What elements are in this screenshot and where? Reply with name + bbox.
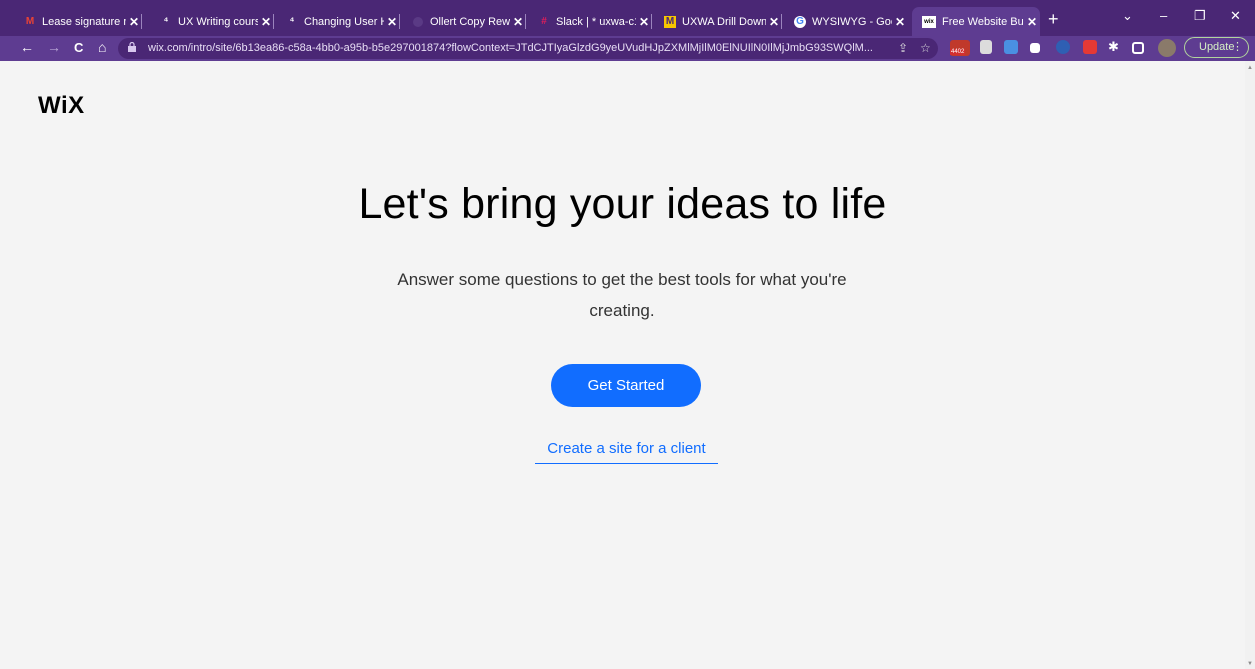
update-label: Update [1199, 41, 1235, 53]
tab-title: Slack | * uxwa-c1 [556, 15, 636, 28]
side-panel-icon[interactable] [1132, 42, 1144, 54]
extension-icon[interactable] [1004, 40, 1018, 54]
update-button[interactable]: Update ⋮ [1184, 37, 1249, 58]
bookmark-star-icon[interactable]: ☆ [920, 41, 931, 55]
get-started-button[interactable]: Get Started [551, 364, 701, 407]
share-icon[interactable]: ⇪ [898, 41, 908, 55]
close-tab-icon[interactable]: ✕ [636, 15, 652, 29]
close-window-button[interactable]: ✕ [1230, 8, 1241, 24]
profile-avatar[interactable] [1158, 39, 1176, 57]
extension-icon[interactable] [1056, 40, 1070, 54]
tab-title: UXWA Drill Down [682, 15, 766, 28]
tab-title: Lease signature n [42, 15, 126, 28]
acrobat-icon[interactable] [1083, 40, 1097, 54]
page-icon [412, 16, 424, 28]
browser-tab-2[interactable]: ⁴ UX Writing course ✕ [150, 7, 274, 36]
gmail-icon: M [25, 16, 35, 27]
page-subtitle: Answer some questions to get the best to… [397, 270, 847, 320]
back-button[interactable]: ← [20, 39, 34, 55]
tab-title: Changing User H [304, 15, 384, 28]
browser-tab-4[interactable]: Ollert Copy Rewri ✕ [402, 7, 526, 36]
tab-title: Free Website Buil [942, 15, 1024, 28]
address-bar[interactable]: wix.com/intro/site/6b13ea86-c58a-4bb0-a9… [118, 38, 938, 59]
tab-title: WYSIWYG - Goog [812, 15, 892, 28]
new-tab-button[interactable]: + [1048, 9, 1059, 30]
wix-logo[interactable]: WiX [38, 92, 85, 120]
close-tab-icon[interactable]: ✕ [258, 15, 274, 29]
tab-title: UX Writing course [178, 15, 258, 28]
lock-icon [128, 42, 136, 52]
miro-icon: M [664, 15, 676, 28]
scroll-down-icon[interactable]: ▼ [1247, 661, 1253, 667]
browser-tab-active[interactable]: wix Free Website Buil ✕ [912, 7, 1040, 36]
close-tab-icon[interactable]: ✕ [766, 15, 782, 29]
puzzle-icon[interactable]: ✱ [1108, 39, 1119, 55]
browser-tab-6[interactable]: M UXWA Drill Down ✕ [654, 7, 782, 36]
gmail-checker-icon[interactable]: 4402 [950, 40, 970, 56]
page-title: Let's bring your ideas to life [358, 180, 887, 228]
tab-strip: M Lease signature n ✕ ⁴ UX Writing cours… [0, 0, 1255, 36]
close-tab-icon[interactable]: ✕ [892, 15, 908, 29]
minimize-button[interactable]: – [1160, 8, 1167, 23]
browser-toolbar: ← → C ⌂ wix.com/intro/site/6b13ea86-c58a… [0, 36, 1255, 61]
unread-badge: 4402 [950, 49, 966, 55]
create-site-for-client-link[interactable]: Create a site for a client [535, 440, 718, 464]
restore-button[interactable]: ❐ [1194, 8, 1206, 24]
close-tab-icon[interactable]: ✕ [126, 15, 142, 29]
wix-icon: wix [922, 15, 936, 28]
browser-menu-icon[interactable]: ⋮ [1232, 38, 1243, 57]
cursor-icon: ⁴ [289, 16, 295, 27]
close-tab-icon[interactable]: ✕ [384, 15, 400, 29]
close-tab-icon[interactable]: ✕ [1024, 15, 1040, 29]
browser-tab-1[interactable]: M Lease signature n ✕ [14, 7, 142, 36]
cursor-icon: ⁴ [163, 16, 169, 27]
reload-button[interactable]: C [74, 40, 83, 55]
browser-tab-7[interactable]: G WYSIWYG - Goog ✕ [784, 7, 908, 36]
slack-icon: # [541, 16, 547, 27]
extension-icon[interactable] [980, 40, 992, 54]
home-button[interactable]: ⌂ [98, 39, 106, 55]
extension-icon[interactable] [1030, 43, 1040, 53]
google-icon: G [794, 15, 806, 28]
browser-tab-5[interactable]: # Slack | * uxwa-c1 ✕ [528, 7, 652, 36]
tab-title: Ollert Copy Rewri [430, 15, 510, 28]
close-tab-icon[interactable]: ✕ [510, 15, 526, 29]
url-text[interactable]: wix.com/intro/site/6b13ea86-c58a-4bb0-a9… [148, 42, 890, 54]
scroll-up-icon[interactable]: ▲ [1247, 65, 1253, 71]
tab-search-icon[interactable]: ⌄ [1122, 8, 1133, 24]
forward-button[interactable]: → [47, 39, 61, 55]
browser-tab-3[interactable]: ⁴ Changing User H ✕ [276, 7, 400, 36]
page-scrollbar[interactable]: ▲ ▼ [1245, 61, 1255, 669]
